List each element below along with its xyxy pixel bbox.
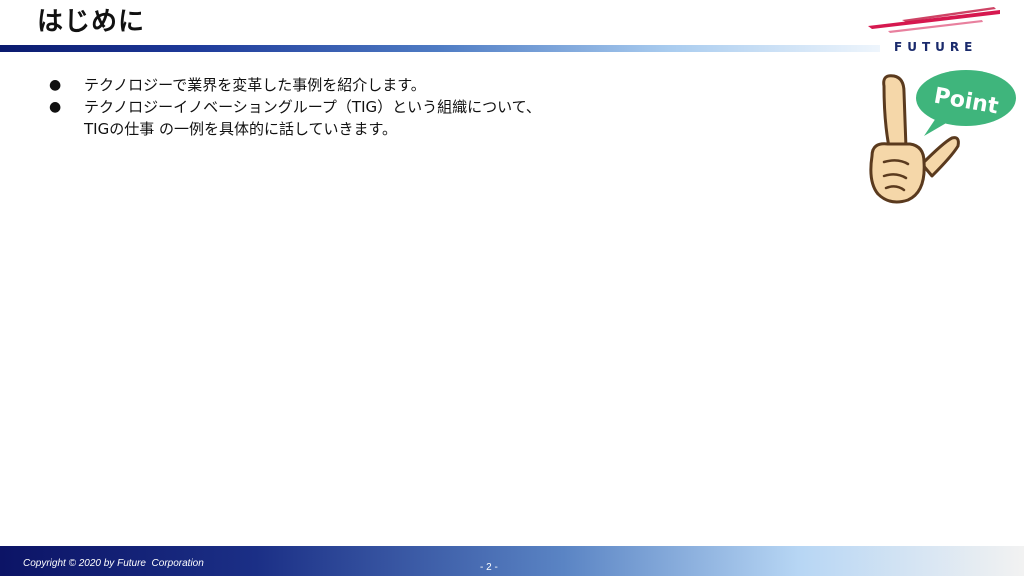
bullet-list: ● テクノロジーで業界を変革した事例を紹介します。 ● テクノロジーイノベーショ…	[44, 74, 824, 140]
copyright-text: Copyright © 2020 by Future Corporation	[23, 558, 204, 569]
bullet-marker: ●	[49, 99, 62, 115]
bullet-text: テクノロジーイノベーショングループ（TIG）という組織について、	[84, 98, 541, 116]
bullet-text: テクノロジーで業界を変革した事例を紹介します。	[84, 76, 426, 94]
bullet-item-1: ● テクノロジーで業界を変革した事例を紹介します。	[44, 74, 824, 96]
future-logo-wordmark: FUTURE	[894, 40, 978, 54]
bullet-text-continued: TIGの仕事 の一例を具体的に話していきます。	[84, 120, 398, 138]
future-logo-swoosh-icon	[868, 7, 1000, 33]
bullet-marker: ●	[49, 77, 62, 93]
slide-title: はじめに	[37, 7, 146, 37]
pointing-hand-illustration-icon: Point	[869, 70, 1016, 204]
page-number: - 2 -	[480, 562, 498, 573]
title-underline	[0, 45, 880, 52]
bullet-item-2: ● テクノロジーイノベーショングループ（TIG）という組織について、 TIGの仕…	[44, 96, 824, 140]
speech-bubble-icon: Point	[916, 70, 1016, 136]
